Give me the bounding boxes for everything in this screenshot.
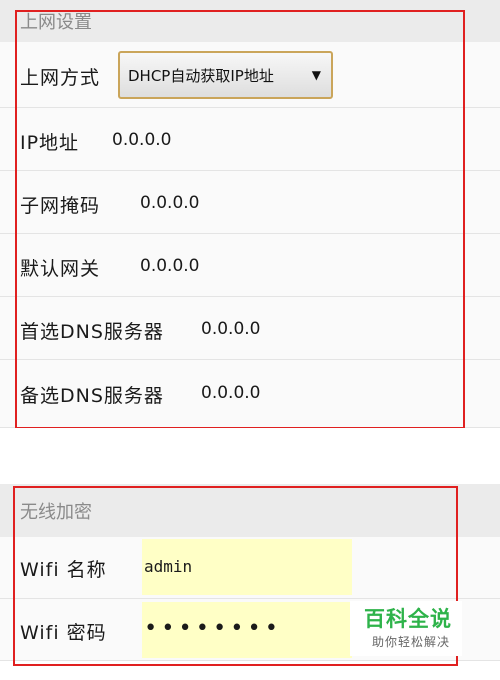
- ip-value: 0.0.0.0: [112, 130, 172, 150]
- dropdown-arrow-icon: ▼: [311, 68, 321, 82]
- connection-type-label: 上网方式: [20, 67, 101, 89]
- ip-label: IP地址: [20, 132, 80, 154]
- dns-secondary-value: 0.0.0.0: [201, 383, 261, 403]
- watermark-logo: 百科全说 助你轻松解决: [350, 601, 462, 656]
- gateway-row: 默认网关 0.0.0.0: [0, 234, 500, 297]
- dns-secondary-label: 备选DNS服务器: [20, 385, 164, 407]
- wifi-password-value: ••••••••: [144, 616, 282, 641]
- section-gap: [0, 428, 500, 484]
- wireless-security-title: 无线加密: [20, 501, 92, 523]
- gateway-value: 0.0.0.0: [140, 256, 200, 276]
- wifi-name-value: admin: [144, 557, 193, 576]
- wifi-password-input[interactable]: ••••••••: [142, 602, 352, 658]
- wireless-security-header: 无线加密: [0, 484, 500, 537]
- connection-type-select[interactable]: DHCP自动获取IP地址 ▼: [118, 51, 333, 99]
- wifi-name-input[interactable]: admin: [142, 539, 352, 595]
- dns-primary-label: 首选DNS服务器: [20, 321, 164, 343]
- subnet-value: 0.0.0.0: [140, 193, 200, 213]
- internet-settings-title: 上网设置: [20, 12, 92, 33]
- subnet-row: 子网掩码 0.0.0.0: [0, 171, 500, 234]
- ip-row: IP地址 0.0.0.0: [0, 108, 500, 171]
- wifi-name-label: Wifi 名称: [20, 559, 107, 581]
- connection-type-value: DHCP自动获取IP地址: [128, 66, 274, 85]
- dns-secondary-row: 备选DNS服务器 0.0.0.0: [0, 360, 500, 428]
- watermark-title: 百科全说: [364, 607, 452, 631]
- gateway-label: 默认网关: [20, 258, 101, 280]
- subnet-label: 子网掩码: [20, 195, 101, 217]
- dns-primary-value: 0.0.0.0: [201, 319, 261, 339]
- internet-settings-header: 上网设置: [0, 0, 500, 42]
- watermark-subtitle: 助你轻松解决: [372, 635, 451, 649]
- dns-primary-row: 首选DNS服务器 0.0.0.0: [0, 297, 500, 360]
- wifi-password-label: Wifi 密码: [20, 622, 107, 644]
